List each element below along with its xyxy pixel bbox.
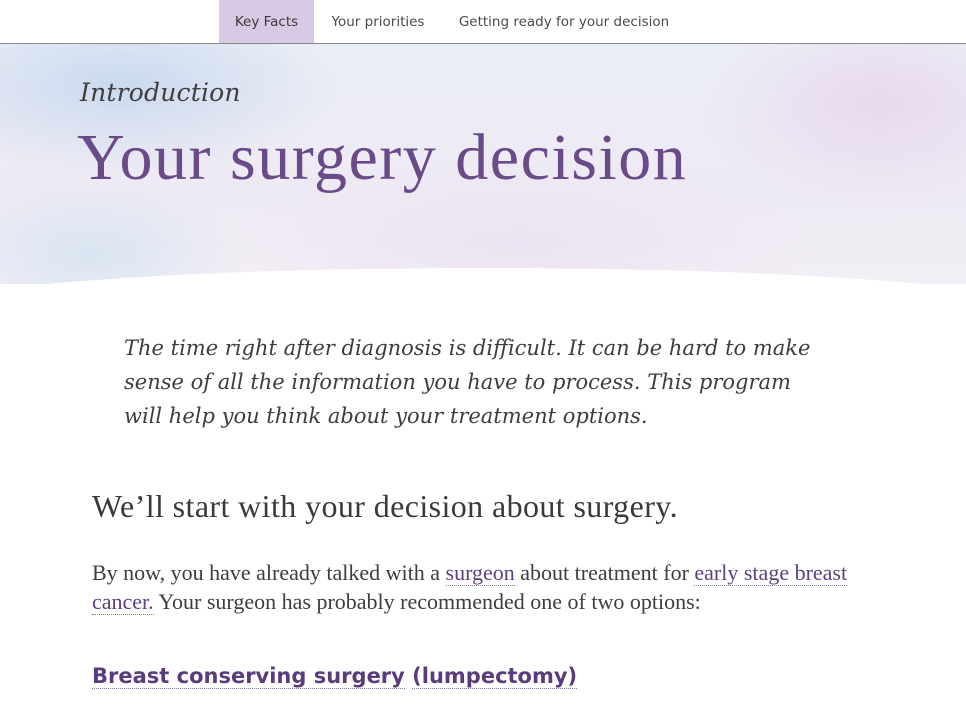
para-text-1: By now, you have already talked with a [92, 560, 446, 585]
lumpectomy-link[interactable]: (lumpectomy) [412, 664, 578, 689]
tab-getting-ready[interactable]: Getting ready for your decision [442, 0, 686, 43]
para-text-3: Your surgeon has probably recommended on… [153, 589, 701, 614]
page-header-banner: Introduction Your surgery decision [0, 44, 966, 284]
top-tab-nav: Key Facts Your priorities Getting ready … [0, 0, 966, 44]
option-heading-breast-conserving: Breast conserving surgery (lumpectomy) [92, 664, 578, 689]
tab-your-priorities[interactable]: Your priorities [314, 0, 442, 43]
body-paragraph: By now, you have already talked with a s… [92, 558, 882, 616]
breast-conserving-surgery-link[interactable]: Breast conserving surgery [92, 664, 405, 689]
section-kicker: Introduction [80, 78, 241, 107]
tab-key-facts[interactable]: Key Facts [219, 0, 314, 43]
surgeon-term-link[interactable]: surgeon [445, 560, 515, 586]
section-heading: We’ll start with your decision about sur… [92, 488, 678, 524]
para-text-2: about treatment for [514, 560, 695, 585]
intro-quote: The time right after diagnosis is diffic… [124, 336, 811, 428]
page-title: Your surgery decision [77, 121, 688, 194]
